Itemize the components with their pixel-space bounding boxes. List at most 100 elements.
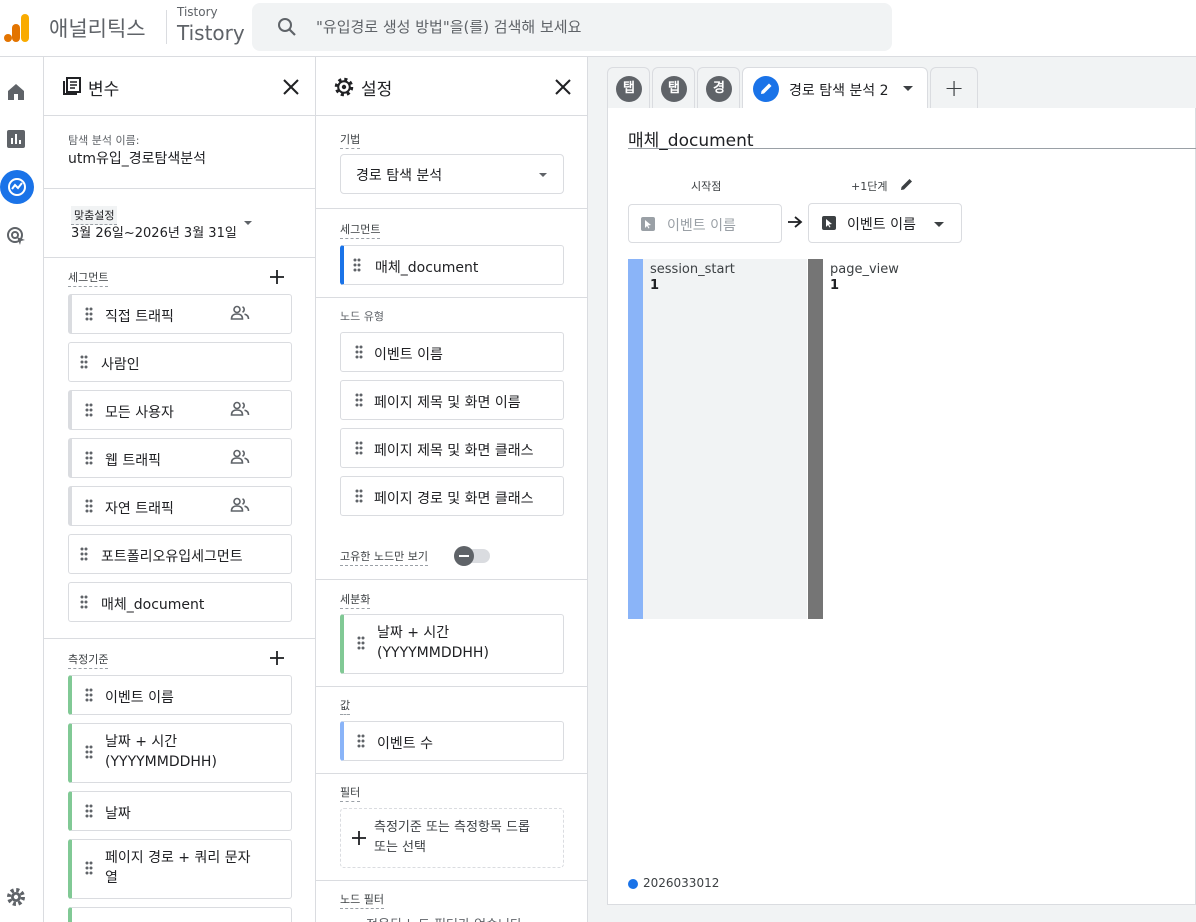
chevron-down-icon[interactable] xyxy=(903,84,913,94)
settings-panel: 설정 기법 경로 탐색 분석 세그먼트 매체_document 노드 유형 이벤… xyxy=(316,57,588,922)
divider xyxy=(166,10,167,44)
advertising-icon[interactable] xyxy=(5,225,27,247)
drag-handle-icon[interactable] xyxy=(357,636,365,650)
segment-item-label: 매체_document xyxy=(101,597,205,613)
drag-handle-icon[interactable] xyxy=(355,489,363,503)
drag-handle-icon[interactable] xyxy=(355,441,363,455)
dimension-item[interactable]: 날짜 xyxy=(68,791,292,831)
breakdown-chip[interactable]: 날짜 + 시간 (YYYYMMDDHH) xyxy=(340,614,564,674)
add-filter-icon[interactable] xyxy=(352,831,366,845)
drag-handle-icon[interactable] xyxy=(85,861,93,875)
segment-item[interactable]: 매체_document xyxy=(68,582,292,622)
account-name[interactable]: Tistory xyxy=(177,5,218,19)
dimension-line-1: 이벤트 이름 xyxy=(105,690,174,706)
node-type-item[interactable]: 페이지 제목 및 화면 클래스 xyxy=(340,428,564,468)
segment-item-label: 포트폴리오유입세그먼트 xyxy=(101,549,243,565)
dimension-item-label: 날짜 + 시간 (YYYYMMDDHH) xyxy=(105,732,217,772)
dimension-line-2: (YYYYMMDDHH) xyxy=(105,754,217,770)
tab-active[interactable]: 경로 탐색 분석 2 xyxy=(742,67,928,110)
dimension-item-label: 페이지 경로 + 쿼리 문자 열 xyxy=(105,848,250,888)
explore-icon[interactable] xyxy=(6,176,28,198)
drag-handle-icon[interactable] xyxy=(85,307,93,321)
drag-handle-icon[interactable] xyxy=(357,734,365,748)
segment-item[interactable]: 직접 트래픽 xyxy=(68,294,292,334)
drag-handle-icon[interactable] xyxy=(85,403,93,417)
dimension-item[interactable]: 이벤트 이름 xyxy=(68,675,292,715)
close-icon[interactable] xyxy=(554,78,572,96)
cursor-box-icon xyxy=(641,217,655,231)
dimension-item[interactable]: 페이지 경로 + 쿼리 문자 열 xyxy=(68,839,292,899)
property-name[interactable]: Tistory xyxy=(177,21,245,45)
value-chip-label: 이벤트 수 xyxy=(377,736,433,752)
node-type-item[interactable]: 페이지 제목 및 화면 이름 xyxy=(340,380,564,420)
node-type-item[interactable]: 이벤트 이름 xyxy=(340,332,564,372)
close-icon[interactable] xyxy=(282,78,300,96)
divider xyxy=(316,773,587,774)
step-node-select[interactable]: 이벤트 이름 xyxy=(808,203,962,243)
chevron-down-icon[interactable] xyxy=(243,218,253,228)
drag-handle-icon[interactable] xyxy=(85,499,93,513)
home-icon[interactable] xyxy=(5,81,27,103)
tab-2[interactable]: 탭 xyxy=(652,67,695,109)
add-segment-icon[interactable] xyxy=(270,270,284,284)
edit-tab-icon[interactable] xyxy=(753,76,779,102)
node-name[interactable]: page_view xyxy=(830,262,899,277)
filter-drop-zone[interactable]: 측정기준 또는 측정항목 드롭 또는 선택 xyxy=(340,808,564,868)
dimension-item-partial[interactable] xyxy=(68,907,292,922)
tab-3-label: 경 xyxy=(706,76,732,102)
node-type-item[interactable]: 페이지 경로 및 화면 클래스 xyxy=(340,476,564,516)
segment-item[interactable]: 자연 트래픽 xyxy=(68,486,292,526)
tab-1-label: 탭 xyxy=(616,76,642,102)
divider xyxy=(316,579,587,580)
pencil-icon[interactable] xyxy=(900,177,914,191)
drag-handle-icon[interactable] xyxy=(355,393,363,407)
gear-icon xyxy=(333,76,355,98)
analytics-logo-icon[interactable] xyxy=(4,12,32,44)
drag-handle-icon[interactable] xyxy=(85,745,93,759)
drag-handle-icon[interactable] xyxy=(353,258,361,272)
node-name[interactable]: session_start xyxy=(650,262,735,277)
drag-handle-icon[interactable] xyxy=(80,595,88,609)
breakdown-line-1: 날짜 + 시간 xyxy=(377,625,450,641)
drag-handle-icon[interactable] xyxy=(80,547,88,561)
step-node-value: 이벤트 이름 xyxy=(847,217,916,233)
drag-handle-icon[interactable] xyxy=(85,451,93,465)
tab-3[interactable]: 경 xyxy=(697,67,740,109)
technique-label: 기법 xyxy=(340,131,361,149)
toggle-off-mark xyxy=(459,555,469,557)
dimension-item[interactable]: 날짜 + 시간 (YYYYMMDDHH) xyxy=(68,723,292,783)
drag-handle-icon[interactable] xyxy=(80,355,88,369)
search-input[interactable]: "유입경로 생성 방법"을(를) 검색해 보세요 xyxy=(316,16,581,37)
segment-item[interactable]: 포트폴리오유입세그먼트 xyxy=(68,534,292,574)
node-type-label: 페이지 제목 및 화면 이름 xyxy=(374,395,521,411)
segment-comparison-label: 세그먼트 xyxy=(340,221,381,239)
technique-select[interactable]: 경로 탐색 분석 xyxy=(340,154,564,194)
start-node-bar[interactable] xyxy=(628,259,643,619)
start-node-placeholder: 이벤트 이름 xyxy=(667,218,736,234)
panel-title: 변수 xyxy=(88,80,120,100)
drag-handle-icon[interactable] xyxy=(85,688,93,702)
tab-bar: 탭 탭 경 경로 탐색 분석 2 + xyxy=(607,67,1196,110)
add-dimension-icon[interactable] xyxy=(270,651,284,665)
toggle-knob[interactable] xyxy=(454,546,474,566)
segment-chip[interactable]: 매체_document xyxy=(340,245,564,285)
add-tab-button[interactable]: + xyxy=(930,67,978,109)
legend-label: 2026033012 xyxy=(643,876,720,890)
reports-icon[interactable] xyxy=(5,128,27,150)
date-range[interactable]: 3월 26일~2026년 3월 31일 xyxy=(71,222,237,241)
step-node-bar[interactable] xyxy=(808,259,823,619)
drag-handle-icon[interactable] xyxy=(355,345,363,359)
drag-handle-icon[interactable] xyxy=(85,804,93,818)
segment-item[interactable]: 사람인 xyxy=(68,342,292,382)
settings-icon[interactable] xyxy=(5,886,27,908)
search-bar[interactable]: "유입경로 생성 방법"을(를) 검색해 보세요 xyxy=(252,3,892,51)
exploration-name-input[interactable]: utm유입_경로탐색분석 xyxy=(68,148,206,168)
value-chip[interactable]: 이벤트 수 xyxy=(340,721,564,761)
segment-item-label: 모든 사용자 xyxy=(105,405,174,421)
tab-1[interactable]: 탭 xyxy=(607,67,650,109)
breakdown-chip-label: 날짜 + 시간 (YYYYMMDDHH) xyxy=(377,623,489,663)
top-bar: 애널리틱스 Tistory Tistory "유입경로 생성 방법"을(를) 검… xyxy=(0,0,1196,57)
segment-item[interactable]: 모든 사용자 xyxy=(68,390,292,430)
segment-item[interactable]: 웹 트래픽 xyxy=(68,438,292,478)
start-node-select[interactable]: 이벤트 이름 xyxy=(628,204,782,243)
